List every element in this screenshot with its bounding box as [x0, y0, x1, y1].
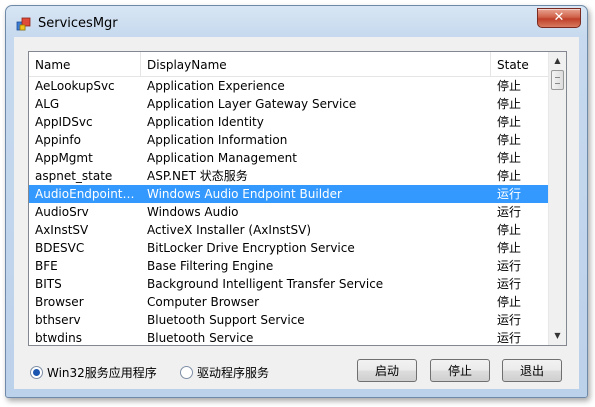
cell-name: ALG: [35, 97, 60, 111]
table-row[interactable]: aspnet_state ASP.NET 状态服务 停止: [29, 167, 548, 185]
cell-name: AudioSrv: [35, 205, 89, 219]
cell-name: AppIDSvc: [35, 115, 93, 129]
cell-state: 运行: [497, 331, 522, 345]
cell-name: bthserv: [35, 313, 81, 327]
close-icon: ✕: [553, 10, 565, 25]
cell-displayname: Bluetooth Service: [147, 331, 254, 345]
cell-state: 停止: [497, 97, 522, 111]
radio-unchecked-icon: [180, 366, 193, 379]
cell-state: 运行: [497, 259, 522, 273]
list-rows: AeLookupSvc Application Experience 停止 ALG Ap…: [29, 77, 548, 345]
table-row[interactable]: Browser Computer Browser 停止: [29, 293, 548, 311]
cell-name: aspnet_state: [35, 169, 113, 183]
table-row[interactable]: AudioEndpointB... Windows Audio Endpoint …: [29, 185, 548, 203]
table-row[interactable]: ALG Application Layer Gateway Service 停止: [29, 95, 548, 113]
cell-displayname: Base Filtering Engine: [147, 259, 274, 273]
scroll-thumb[interactable]: [551, 70, 564, 90]
column-header-state[interactable]: State: [491, 52, 548, 76]
cell-state: 停止: [497, 223, 522, 237]
exit-button[interactable]: 退出: [502, 359, 562, 382]
cell-displayname: ASP.NET 状态服务: [147, 169, 248, 183]
cell-name: BITS: [35, 277, 62, 291]
cell-displayname: Application Layer Gateway Service: [147, 97, 357, 111]
cell-state: 停止: [497, 133, 522, 147]
cell-displayname: Bluetooth Support Service: [147, 313, 305, 327]
services-list[interactable]: Name DisplayName State AeLookupSvc Applic…: [28, 51, 567, 346]
table-row[interactable]: bthserv Bluetooth Support Service 运行: [29, 311, 548, 329]
column-header-displayname[interactable]: DisplayName: [141, 52, 491, 76]
cell-name: btwdins: [35, 331, 82, 345]
cell-state: 停止: [497, 295, 522, 309]
cell-name: Appinfo: [35, 133, 81, 147]
cell-state: 停止: [497, 115, 522, 129]
table-row[interactable]: BFE Base Filtering Engine 运行: [29, 257, 548, 275]
cell-name: AxInstSV: [35, 223, 89, 237]
cell-state: 运行: [497, 313, 522, 327]
services-manager-window: ServicesMgr ✕ Name DisplayName State AeL…: [5, 5, 588, 398]
table-row[interactable]: AeLookupSvc Application Experience 停止: [29, 77, 548, 95]
window-title: ServicesMgr: [38, 16, 118, 31]
cell-state: 运行: [497, 205, 522, 219]
close-button[interactable]: ✕: [537, 8, 581, 28]
table-row[interactable]: btwdins Bluetooth Service 运行: [29, 329, 548, 345]
table-row[interactable]: BDESVC BitLocker Drive Encryption Service…: [29, 239, 548, 257]
vertical-scrollbar[interactable]: ▲ ▼: [548, 52, 566, 345]
cell-displayname: Background Intelligent Transfer Service: [147, 277, 384, 291]
radio-win32-services[interactable]: Win32服务应用程序: [30, 365, 157, 381]
cell-state: 停止: [497, 79, 522, 93]
scroll-down-arrow-icon[interactable]: ▼: [550, 328, 565, 344]
cell-name: AppMgmt: [35, 151, 93, 165]
cell-name: AeLookupSvc: [35, 79, 115, 93]
radio-checked-icon: [30, 366, 43, 379]
cell-displayname: Application Information: [147, 133, 288, 147]
stop-button[interactable]: 停止: [430, 359, 490, 382]
radio-driver-label: 驱动程序服务: [197, 366, 270, 380]
cell-name: AudioEndpointB...: [35, 187, 141, 201]
cell-displayname: Application Management: [147, 151, 297, 165]
cell-state: 停止: [497, 151, 522, 165]
cell-displayname: Computer Browser: [147, 295, 260, 309]
list-header: Name DisplayName State: [29, 52, 548, 77]
client-area: Name DisplayName State AeLookupSvc Applic…: [14, 37, 579, 389]
cell-state: 运行: [497, 187, 522, 201]
cell-state: 停止: [497, 241, 522, 255]
cell-name: BDESVC: [35, 241, 85, 255]
table-row[interactable]: BITS Background Intelligent Transfer Serv…: [29, 275, 548, 293]
table-row[interactable]: AppIDSvc Application Identity 停止: [29, 113, 548, 131]
column-header-name[interactable]: Name: [29, 52, 141, 76]
cell-displayname: Application Identity: [147, 115, 264, 129]
radio-win32-label: Win32服务应用程序: [47, 366, 157, 380]
start-button[interactable]: 启动: [357, 359, 417, 382]
scroll-up-arrow-icon[interactable]: ▲: [550, 53, 565, 69]
table-row[interactable]: AppMgmt Application Management 停止: [29, 149, 548, 167]
cell-displayname: BitLocker Drive Encryption Service: [147, 241, 355, 255]
cell-name: BFE: [35, 259, 58, 273]
cell-displayname: ActiveX Installer (AxInstSV): [147, 223, 312, 237]
table-row[interactable]: AxInstSV ActiveX Installer (AxInstSV) 停止: [29, 221, 548, 239]
cell-name: Browser: [35, 295, 84, 309]
cell-state: 停止: [497, 169, 522, 183]
cell-displayname: Application Experience: [147, 79, 285, 93]
table-row[interactable]: AudioSrv Windows Audio 运行: [29, 203, 548, 221]
title-bar[interactable]: ServicesMgr ✕: [6, 6, 587, 36]
cell-displayname: Windows Audio Endpoint Builder: [147, 187, 342, 201]
cell-state: 运行: [497, 277, 522, 291]
cell-displayname: Windows Audio: [147, 205, 239, 219]
radio-driver-services[interactable]: 驱动程序服务: [180, 365, 269, 381]
table-row[interactable]: Appinfo Application Information 停止: [29, 131, 548, 149]
app-icon: [16, 17, 31, 31]
